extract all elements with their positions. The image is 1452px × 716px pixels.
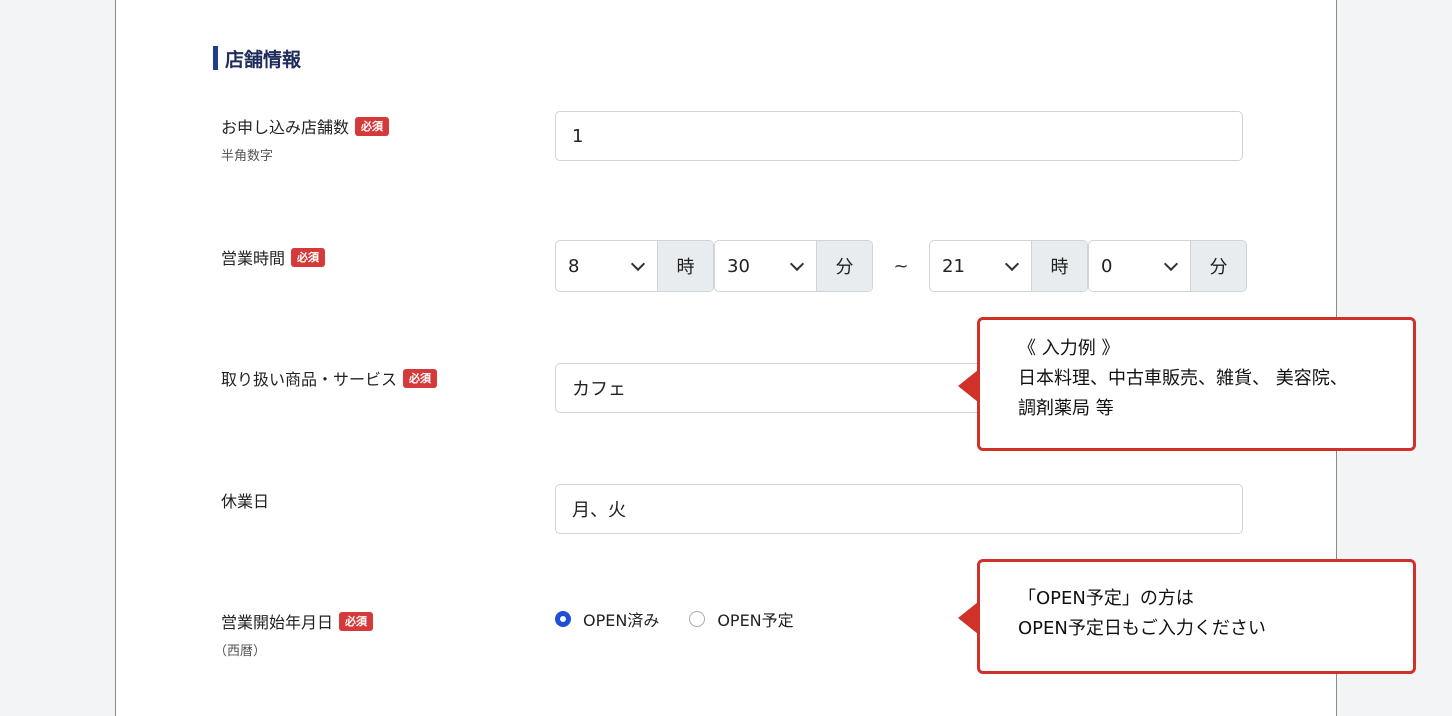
store-count-label: お申し込み店舗数 必須	[221, 114, 390, 138]
open-done-label[interactable]: OPEN済み	[583, 607, 659, 631]
holidays-label: 休業日	[221, 488, 269, 512]
min-unit: 分	[1190, 241, 1246, 291]
holidays-label-text: 休業日	[221, 492, 270, 511]
end-hour-value: 21	[942, 255, 965, 277]
start-min-select[interactable]: 30 分	[714, 240, 873, 292]
store-count-sublabel: 半角数字	[221, 149, 274, 164]
holidays-input[interactable]: 月、火	[555, 484, 1243, 534]
callout-arrow	[958, 602, 978, 634]
required-badge: 必須	[403, 368, 438, 388]
products-value: カフェ	[572, 379, 626, 400]
callout-line: 《 入力例 》	[1018, 338, 1120, 359]
open-date-label: 営業開始年月日 必須	[221, 609, 374, 633]
callout-line: OPEN予定日もご入力ください	[1018, 618, 1266, 639]
callout-line: 「OPEN予定」の方は	[1018, 588, 1194, 609]
open-date-sublabel: （西暦）	[214, 644, 267, 659]
end-hour-select[interactable]: 21 時	[929, 240, 1088, 292]
hours-label-text: 営業時間	[221, 249, 286, 268]
start-hour-select[interactable]: 8 時	[555, 240, 714, 292]
section-title: 店舗情報	[213, 45, 301, 71]
callout-arrow	[958, 370, 978, 402]
chevron-down-icon	[1004, 256, 1020, 271]
hour-unit: 時	[1031, 241, 1087, 291]
end-min-value: 0	[1101, 255, 1113, 277]
open-planned-radio[interactable]	[689, 611, 706, 627]
required-badge: 必須	[355, 116, 390, 136]
open-planned-label[interactable]: OPEN予定	[717, 607, 793, 631]
section-title-bar	[213, 46, 218, 70]
chevron-down-icon	[630, 256, 646, 271]
hour-unit: 時	[657, 241, 713, 291]
start-hour-value: 8	[568, 255, 580, 277]
open-date-label-text: 営業開始年月日	[221, 613, 334, 632]
required-badge: 必須	[339, 611, 374, 631]
store-count-value: 1	[572, 125, 584, 147]
callout-line: 調剤薬局 等	[1018, 398, 1114, 419]
section-title-text: 店舗情報	[225, 48, 302, 71]
holidays-value: 月、火	[572, 500, 626, 521]
start-min-value: 30	[727, 255, 750, 277]
chevron-down-icon	[1163, 256, 1179, 271]
open-status-radio-group: OPEN済み OPEN予定	[555, 607, 824, 631]
hours-row: 8 時 30 分 ~ 21 時 0 分	[555, 240, 1247, 292]
products-label: 取り扱い商品・サービス 必須	[221, 366, 438, 390]
required-badge: 必須	[291, 247, 326, 267]
products-label-text: 取り扱い商品・サービス	[221, 370, 398, 389]
min-unit: 分	[816, 241, 872, 291]
hours-label: 営業時間 必須	[221, 245, 326, 269]
time-separator: ~	[893, 255, 909, 277]
store-count-input[interactable]: 1	[555, 111, 1243, 161]
products-example-callout: 《 入力例 》 日本料理、中古車販売、雑貨、 美容院、 調剤薬局 等	[958, 317, 1416, 451]
end-min-select[interactable]: 0 分	[1088, 240, 1247, 292]
store-count-label-text: お申し込み店舗数	[221, 118, 350, 137]
chevron-down-icon	[789, 256, 805, 271]
open-note-callout: 「OPEN予定」の方は OPEN予定日もご入力ください	[958, 559, 1416, 674]
open-done-radio[interactable]	[555, 611, 571, 627]
callout-line: 日本料理、中古車販売、雑貨、 美容院、	[1018, 368, 1348, 389]
